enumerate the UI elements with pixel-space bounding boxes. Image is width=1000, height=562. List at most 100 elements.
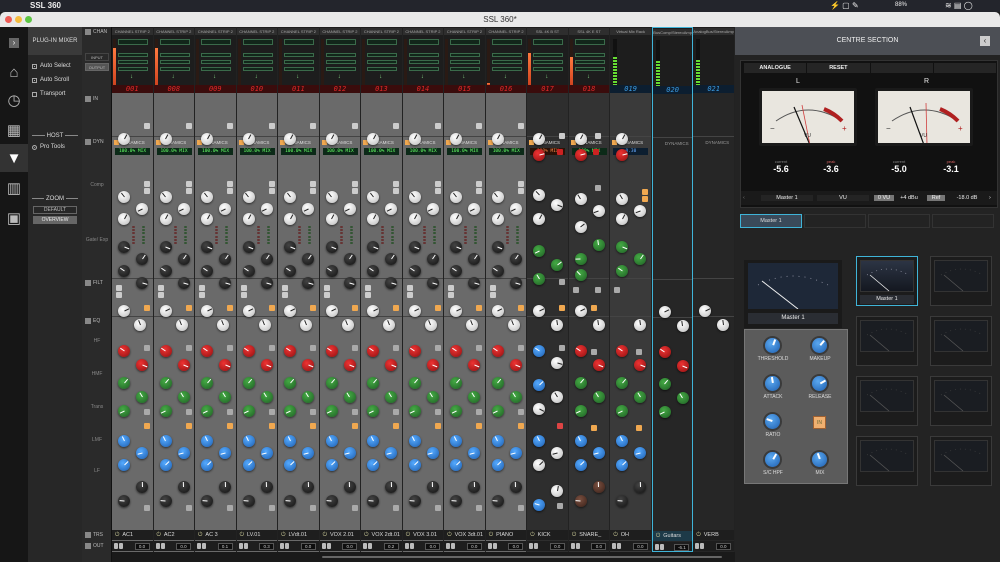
mini-meter[interactable]	[856, 316, 918, 366]
power-icon[interactable]: ⏻	[323, 532, 327, 539]
checkbox[interactable]	[85, 318, 91, 324]
knob[interactable]	[325, 495, 338, 507]
knob[interactable]	[284, 459, 297, 471]
zoom-window-button[interactable]	[25, 16, 32, 23]
routing-slot[interactable]	[159, 60, 190, 64]
knob[interactable]	[242, 213, 255, 225]
knob[interactable]	[201, 435, 214, 447]
plugin-header[interactable]: CHANNEL STRIP 2	[278, 28, 319, 35]
power-icon[interactable]: ⏻	[613, 532, 617, 539]
knob[interactable]	[426, 447, 439, 459]
filt-toggle[interactable]: FILT	[85, 280, 103, 286]
power-icon[interactable]: ⏻	[406, 532, 410, 539]
toggle-button[interactable]	[476, 409, 483, 415]
knob[interactable]	[574, 133, 587, 145]
knob[interactable]	[302, 481, 315, 493]
knob[interactable]	[616, 213, 629, 225]
routing-slot[interactable]	[159, 67, 190, 71]
mute-button[interactable]	[534, 543, 539, 549]
console-icon[interactable]: ▦	[0, 117, 28, 143]
toggle-button[interactable]	[476, 181, 483, 187]
routing-slot[interactable]	[367, 67, 398, 71]
knob[interactable]	[260, 253, 273, 265]
toggle-button[interactable]	[240, 292, 247, 298]
knob[interactable]	[491, 495, 504, 507]
dynamics-mix-display[interactable]: 100.0% MIX	[322, 148, 358, 155]
knob[interactable]	[385, 277, 398, 289]
plugin-header[interactable]: Virtual Mix Rack	[610, 28, 651, 35]
trs-toggle[interactable]: TRS	[85, 532, 103, 538]
toggle-button[interactable]	[476, 188, 483, 194]
knob[interactable]	[284, 191, 297, 203]
mute-button[interactable]	[492, 543, 497, 549]
knob[interactable]	[509, 359, 522, 371]
toggle-button[interactable]	[476, 505, 483, 511]
toggle-button[interactable]	[434, 423, 441, 429]
knob[interactable]	[258, 319, 271, 331]
knob[interactable]	[177, 391, 190, 403]
toggle-button[interactable]	[185, 181, 192, 187]
mute-button[interactable]	[617, 543, 622, 549]
knob[interactable]	[242, 405, 255, 417]
knob[interactable]	[201, 377, 214, 389]
routing-slot[interactable]	[408, 53, 439, 57]
knob[interactable]	[551, 485, 564, 497]
knob[interactable]	[343, 203, 356, 215]
toggle-button[interactable]	[157, 292, 164, 298]
toggle-button[interactable]	[365, 292, 372, 298]
knob[interactable]	[219, 253, 232, 265]
knob[interactable]	[574, 253, 587, 265]
track-name-row[interactable]: ⏻ AC2	[153, 530, 195, 540]
knob[interactable]	[260, 481, 273, 493]
knob[interactable]	[491, 377, 504, 389]
plugin-header[interactable]: CHANNEL STRIP 2	[236, 28, 278, 35]
output-gain-value[interactable]: 0.0	[425, 542, 441, 550]
plugin-header[interactable]: CHANNEL STRIP 2	[444, 28, 485, 35]
knob[interactable]	[491, 191, 504, 203]
routing-slot[interactable]	[533, 60, 564, 64]
knob[interactable]	[367, 241, 380, 253]
knob[interactable]	[260, 203, 273, 215]
out-toggle[interactable]: OUT	[85, 543, 104, 549]
eq-toggle[interactable]: EQ	[85, 318, 100, 324]
toggle-button[interactable]	[557, 503, 564, 509]
routing-slot[interactable]	[118, 60, 148, 64]
knob[interactable]	[367, 435, 380, 447]
knob[interactable]	[302, 253, 315, 265]
knob[interactable]	[260, 447, 273, 459]
checkbox[interactable]	[32, 77, 37, 83]
knob[interactable]	[509, 447, 522, 459]
dynamics-mix-display[interactable]: 100.0% MIX	[405, 148, 441, 155]
master-tab[interactable]: Master 1	[740, 214, 802, 228]
knob[interactable]	[284, 495, 297, 507]
toggle-button[interactable]	[406, 285, 413, 291]
toggle-button[interactable]	[434, 305, 441, 311]
toggle-button[interactable]	[636, 349, 643, 355]
empty-tab[interactable]	[868, 214, 930, 228]
mini-meter[interactable]	[930, 256, 992, 306]
toggle-button[interactable]	[434, 409, 441, 415]
dynamics-mix-display[interactable]: 100.0% MIX	[115, 148, 150, 155]
knob[interactable]	[468, 481, 481, 493]
toggle-button[interactable]	[323, 292, 330, 298]
checkbox[interactable]	[32, 63, 37, 69]
toggle-button[interactable]	[185, 505, 192, 511]
knob[interactable]	[408, 191, 421, 203]
knob[interactable]	[574, 193, 587, 205]
routing-slot[interactable]	[491, 60, 522, 64]
scrollbar-thumb[interactable]	[322, 556, 722, 558]
toggle-button[interactable]	[476, 305, 483, 311]
prev-arrow[interactable]: ‹	[743, 195, 745, 201]
output-gain-value[interactable]: 0.0	[715, 542, 731, 550]
knob[interactable]	[219, 277, 232, 289]
power-icon[interactable]: ⏻	[115, 532, 119, 539]
routing-display[interactable]	[325, 39, 356, 45]
toggle-button[interactable]	[434, 181, 441, 187]
knob[interactable]	[491, 213, 504, 225]
device-icon[interactable]: ▣	[0, 205, 28, 231]
knob[interactable]	[343, 391, 356, 403]
toggle-button[interactable]	[310, 409, 317, 415]
track-name-row[interactable]: ⏻ Guitars	[652, 531, 693, 541]
knob[interactable]	[634, 205, 647, 217]
solo-button[interactable]	[321, 543, 326, 549]
